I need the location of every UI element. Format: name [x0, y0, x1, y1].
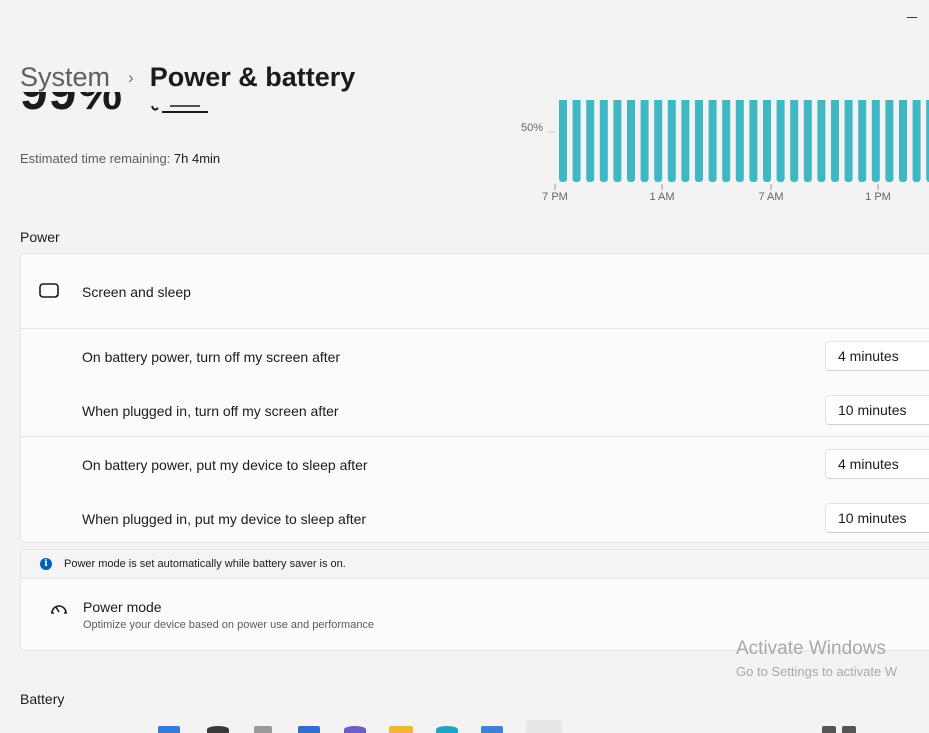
estimated-time-label: Estimated time remaining: [20, 151, 171, 166]
setting-row-battery-sleep: On battery power, put my device to sleep… [21, 437, 929, 491]
volume-icon[interactable] [842, 726, 856, 733]
battery-bar [599, 100, 608, 182]
info-icon: i [40, 558, 52, 570]
plugged-screen-timeout-dropdown[interactable]: 10 minutes [825, 395, 929, 425]
screen-and-sleep-card: Screen and sleep On battery power, turn … [20, 253, 929, 543]
edge-browser-icon[interactable] [436, 726, 458, 733]
setting-label-plugged-sleep: When plugged in, put my device to sleep … [82, 511, 367, 527]
battery-saver-info-bar: i Power mode is set automatically while … [20, 549, 929, 579]
x-tick-label-1am: 1 AM [649, 191, 675, 203]
minimize-icon [907, 16, 917, 18]
estimated-time-remaining: Estimated time remaining: 7h 4min [20, 151, 220, 166]
screen-sleep-icon [39, 283, 59, 298]
setting-row-battery-screen: On battery power, turn off my screen aft… [21, 329, 929, 383]
task-view-icon[interactable] [254, 726, 272, 733]
gauge-icon [51, 605, 67, 614]
battery-section-title: Battery [20, 691, 65, 707]
battery-bar [681, 100, 690, 182]
battery-level-chart: 50% 7 PM 1 AM 7 AM 1 PM [500, 100, 929, 210]
battery-percent-clipped: 99% [20, 92, 123, 116]
minimize-button[interactable] [895, 2, 929, 32]
screen-and-sleep-title: Screen and sleep [82, 284, 191, 300]
page-title: Power & battery [149, 62, 356, 92]
battery-bar [735, 100, 744, 182]
power-mode-description: Optimize your device based on power use … [83, 619, 375, 631]
battery-bar [899, 100, 907, 182]
battery-percent: 99% [20, 92, 123, 116]
battery-bar [667, 100, 676, 182]
battery-bar [627, 100, 635, 182]
battery-bar [858, 100, 867, 182]
x-tick-label-7pm: 7 PM [542, 191, 568, 203]
battery-bar [695, 100, 703, 182]
battery-bar [871, 100, 880, 182]
activation-watermark-subtitle: Go to Settings to activate W [736, 664, 898, 679]
start-icon[interactable] [158, 726, 180, 733]
file-explorer-icon[interactable] [389, 726, 413, 733]
screen-and-sleep-header[interactable]: Screen and sleep [21, 254, 929, 328]
battery-icon [151, 105, 208, 113]
setting-label-plugged-screen: When plugged in, turn off my screen afte… [82, 403, 339, 419]
battery-bar [912, 100, 921, 182]
x-tick-label-7am: 7 AM [758, 191, 784, 203]
network-icon[interactable] [822, 726, 836, 733]
estimated-time-value: 7h 4min [173, 151, 221, 166]
chevron-right-icon: › [128, 67, 134, 87]
setting-label-battery-screen: On battery power, turn off my screen aft… [82, 349, 341, 365]
battery-bar [749, 100, 758, 182]
activation-watermark-title: Activate Windows [736, 638, 886, 659]
battery-bar [803, 100, 812, 182]
battery-bar [763, 100, 771, 182]
taskbar [0, 716, 929, 733]
setting-row-plugged-sleep: When plugged in, put my device to sleep … [21, 491, 929, 542]
battery-bar [613, 100, 622, 182]
battery-bar [831, 100, 839, 182]
battery-bar [708, 100, 717, 182]
chat-icon[interactable] [344, 726, 366, 733]
setting-label-battery-sleep: On battery power, put my device to sleep… [82, 457, 368, 473]
settings-app-icon[interactable] [526, 720, 562, 733]
battery-bar [722, 100, 731, 182]
plugged-sleep-timeout-dropdown[interactable]: 10 minutes [825, 503, 929, 533]
setting-row-plugged-screen: When plugged in, turn off my screen afte… [21, 383, 929, 436]
breadcrumb-system-link[interactable]: System [20, 62, 110, 93]
battery-screen-timeout-dropdown[interactable]: 4 minutes [825, 341, 929, 371]
store-icon[interactable] [481, 726, 503, 733]
y-tick-label-50: 50% [521, 122, 544, 134]
power-mode-title: Power mode [83, 599, 162, 615]
x-tick-label-1pm: 1 PM [865, 191, 891, 203]
battery-bar [817, 100, 826, 182]
battery-bar [572, 100, 581, 182]
battery-bar [559, 100, 567, 182]
search-icon[interactable] [207, 726, 229, 733]
battery-bar [790, 100, 799, 182]
battery-sleep-timeout-dropdown[interactable]: 4 minutes [825, 449, 929, 479]
breadcrumb: System › Power & battery [20, 62, 355, 93]
battery-bar [654, 100, 663, 182]
battery-bar [776, 100, 785, 182]
battery-bar [844, 100, 853, 182]
power-section-title: Power [20, 229, 60, 245]
widgets-icon[interactable] [298, 726, 320, 733]
battery-bar [885, 100, 894, 182]
battery-bar [586, 100, 595, 182]
info-text: Power mode is set automatically while ba… [64, 558, 346, 570]
battery-bar [640, 100, 649, 182]
